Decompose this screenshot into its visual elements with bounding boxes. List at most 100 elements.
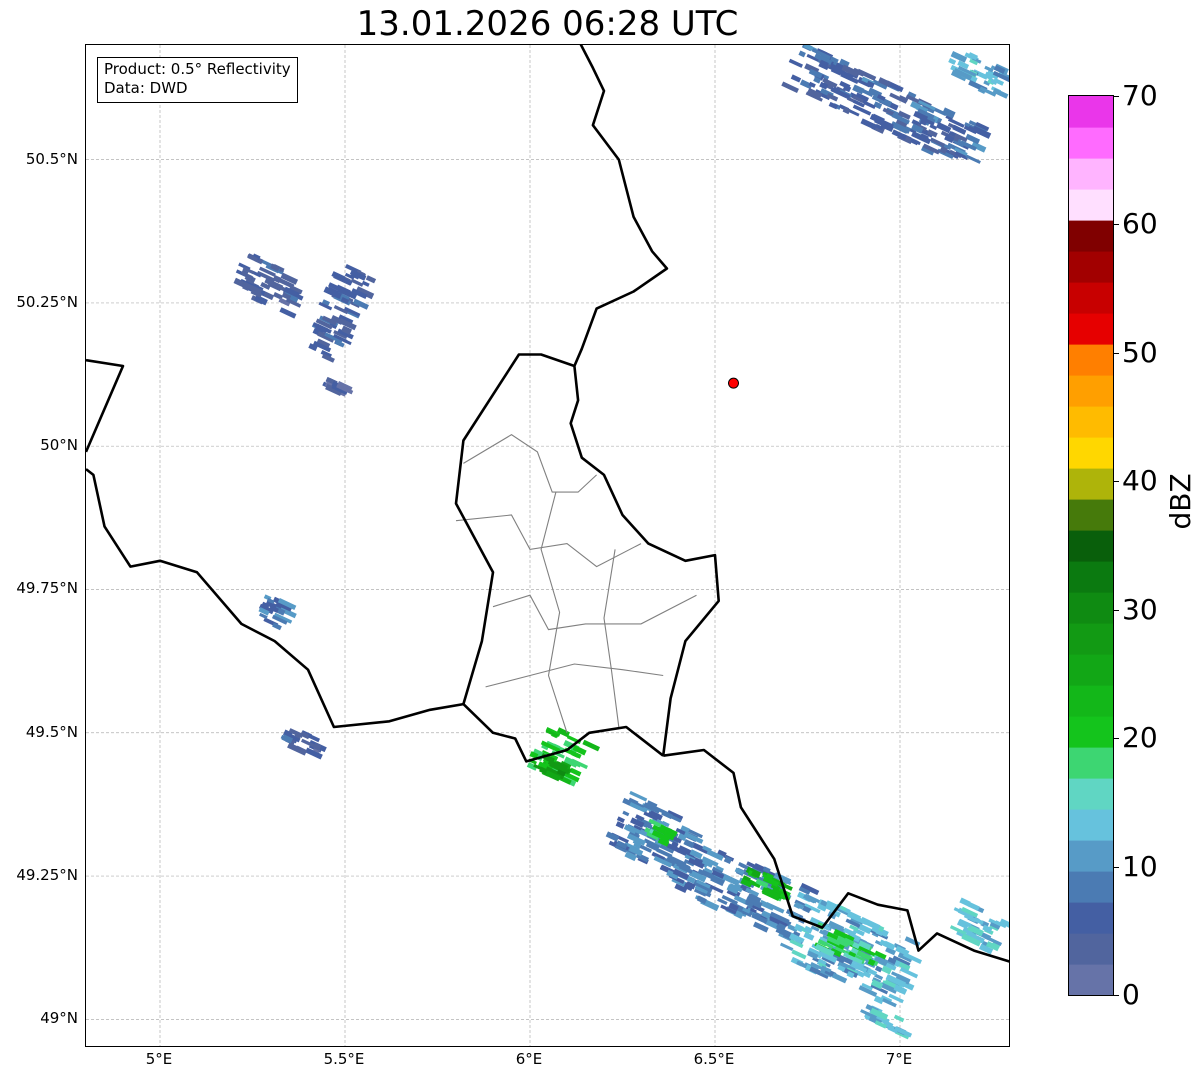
echo-pixel (992, 87, 1009, 99)
colorbar-tick (1113, 609, 1119, 611)
graticule (86, 45, 1009, 1046)
echo-pixel (879, 939, 890, 948)
product-label: Product: 0.5° Reflectivity (104, 60, 291, 78)
echo-pixel (350, 278, 364, 287)
colorbar-band (1069, 685, 1113, 717)
echo-pixel (352, 298, 369, 310)
lat-tick-label: 50.25°N (16, 292, 78, 311)
border-line (86, 468, 664, 763)
colorbar-band (1069, 127, 1113, 159)
echo-cell (322, 376, 354, 397)
lat-tick-label: 50°N (40, 436, 78, 455)
radar-map[interactable] (85, 44, 1010, 1047)
lat-tick-label: 49.5°N (25, 722, 78, 741)
colorbar-tick (1113, 481, 1119, 483)
echo-pixel (852, 84, 865, 95)
colorbar-band (1069, 902, 1113, 934)
colorbar-tick (1113, 995, 1119, 996)
colorbar-tick (1113, 866, 1119, 868)
lon-tick-label: 6.5°E (693, 1050, 735, 1068)
data-source-label: Data: DWD (104, 79, 188, 97)
lat-tick-label: 49°N (40, 1009, 78, 1028)
colorbar-band (1069, 313, 1113, 345)
echo-pixel (831, 972, 848, 984)
colorbar-band (1069, 158, 1113, 190)
echo-cell (308, 264, 377, 363)
lat-tick-label: 50.5°N (25, 149, 78, 168)
colorbar-tick-label: 10 (1122, 849, 1158, 883)
lon-tick-label: 7°E (885, 1050, 913, 1068)
map-canvas (86, 45, 1009, 1046)
district-line (540, 491, 568, 733)
echo-pixel (893, 1014, 905, 1023)
colorbar-band (1069, 468, 1113, 500)
echo-pixel (781, 81, 799, 93)
echo-pixel (307, 733, 321, 743)
border-line (569, 45, 720, 756)
colorbar-bands (1069, 96, 1113, 996)
echo-cell (258, 594, 297, 631)
radar-site-marker (728, 377, 739, 389)
colorbar-band (1069, 964, 1113, 996)
colorbar-tick (1113, 738, 1119, 740)
colorbar-tick-label: 60 (1122, 207, 1158, 241)
echo-pixel (828, 101, 839, 110)
colorbar-band (1069, 189, 1113, 221)
product-info-box: Product: 0.5° Reflectivity Data: DWD (97, 57, 298, 103)
radar-site-dot (728, 377, 739, 389)
colorbar-tick-label: 20 (1122, 721, 1158, 755)
lat-tick-label: 49.75°N (16, 579, 78, 598)
colorbar-tick-label: 0 (1122, 978, 1140, 1011)
colorbar-tick (1113, 96, 1119, 97)
colorbar-band (1069, 809, 1113, 841)
colorbar-tick-label: 30 (1122, 592, 1158, 626)
colorbar-band (1069, 716, 1113, 748)
echo-pixel (790, 74, 802, 83)
colorbar-band (1069, 933, 1113, 965)
echo-pixel (874, 965, 883, 973)
colorbar-tick-label: 50 (1122, 335, 1158, 369)
lon-tick-label: 5.5°E (323, 1050, 365, 1068)
district-line (492, 594, 697, 631)
colorbar-band (1069, 375, 1113, 407)
country-borders (86, 45, 1009, 963)
echo-cell (860, 1004, 913, 1040)
border-line (86, 358, 125, 453)
echo-pixel (582, 739, 601, 752)
echo-pixel (967, 901, 980, 912)
colorbar (1068, 95, 1114, 996)
colorbar-band (1069, 437, 1113, 469)
lon-tick-label: 5°E (145, 1050, 173, 1068)
colorbar-band (1069, 96, 1113, 128)
colorbar-band (1069, 592, 1113, 624)
colorbar-band (1069, 406, 1113, 438)
colorbar-band (1069, 778, 1113, 810)
echo-pixel (965, 154, 981, 164)
colorbar-tick (1113, 224, 1119, 226)
colorbar-band (1069, 530, 1113, 562)
echo-cell (949, 897, 1009, 955)
colorbar-band (1069, 840, 1113, 872)
echo-pixel (779, 942, 794, 952)
echo-cell (280, 728, 327, 760)
lon-tick-label: 6°E (515, 1050, 543, 1068)
colorbar-tick (1113, 352, 1119, 354)
district-line (603, 549, 620, 728)
colorbar-band (1069, 220, 1113, 252)
colorbar-band (1069, 623, 1113, 655)
colorbar-band (1069, 871, 1113, 903)
echo-cell (948, 50, 1009, 99)
colorbar-band (1069, 344, 1113, 376)
district-line (485, 663, 664, 688)
page-title: 13.01.2026 06:28 UTC (356, 4, 739, 44)
echo-cell (233, 253, 304, 319)
echo-pixel (279, 307, 297, 319)
echo-pixel (965, 133, 981, 145)
echo-pixel (798, 50, 806, 58)
colorbar-band (1069, 654, 1113, 686)
echo-pixel (948, 57, 957, 65)
border-line (454, 353, 575, 705)
colorbar-band (1069, 561, 1113, 593)
colorbar-title: dBZ (1164, 473, 1197, 530)
colorbar-tick-label: 70 (1122, 79, 1158, 112)
